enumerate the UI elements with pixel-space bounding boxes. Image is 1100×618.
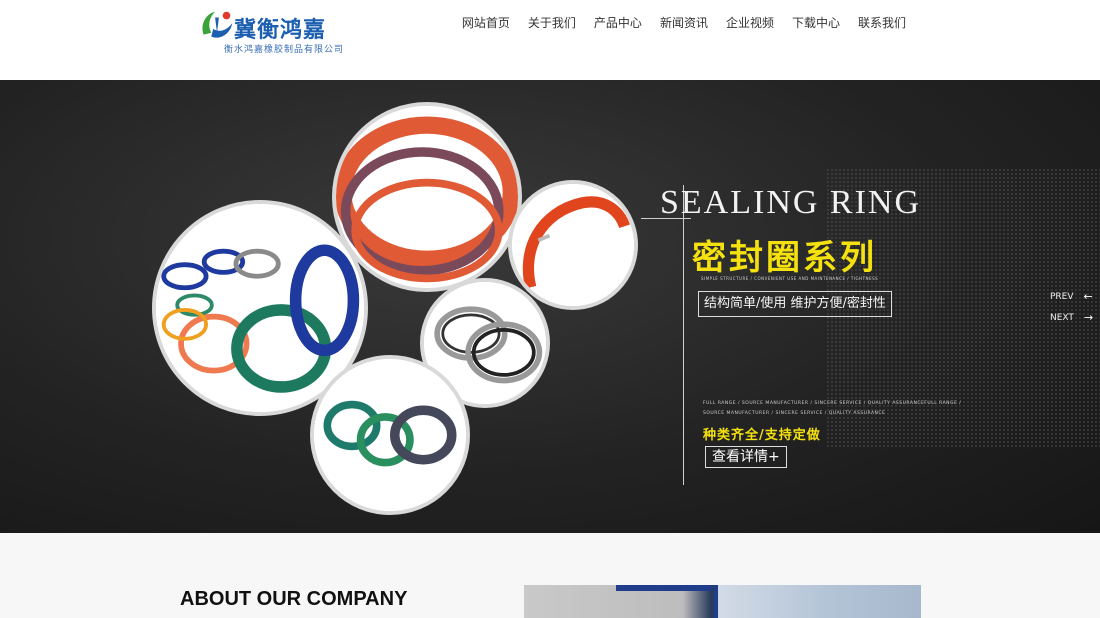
banner-small-line-1: FULL RANGE / SOURCE MANUFACTURER / SINCE…: [703, 401, 962, 406]
nav-news[interactable]: 新闻资讯: [660, 14, 708, 31]
nav-home[interactable]: 网站首页: [462, 14, 510, 31]
banner-title-en: SEALING RING: [660, 184, 922, 221]
product-image-green-rings: [310, 355, 470, 515]
nav-contact[interactable]: 联系我们: [858, 14, 906, 31]
view-details-button[interactable]: 查看详情+: [705, 446, 787, 468]
product-image-large-rings: [332, 102, 522, 292]
building-pillar: [714, 585, 718, 618]
hero-banner: SEALING RING 密封圈系列 SIMPLE STRUCTURE / CO…: [0, 80, 1100, 533]
company-building-image: [524, 585, 921, 618]
arrow-right-icon: →: [1083, 311, 1094, 324]
banner-tagline: SIMPLE STRUCTURE / CONVENIENT USE AND MA…: [701, 276, 879, 281]
product-image-seal-section: [508, 180, 638, 310]
main-nav: 网站首页 关于我们 产品中心 新闻资讯 企业视频 下载中心 联系我们: [462, 14, 906, 31]
banner-highlight: 种类齐全/支持定做: [703, 428, 821, 443]
prev-label: PREV: [1050, 291, 1074, 302]
company-logo[interactable]: 冀衡鸿嘉 衡水鸿嘉橡胶制品有限公司: [198, 6, 343, 56]
logo-subtitle: 衡水鸿嘉橡胶制品有限公司: [224, 45, 345, 55]
about-title: ABOUT OUR COMPANY: [180, 588, 408, 610]
logo-title: 冀衡鸿嘉: [234, 18, 327, 43]
nav-video[interactable]: 企业视频: [726, 14, 774, 31]
banner-small-line-2: SOURCE MANUFACTURER / SINCERE SERVICE / …: [703, 411, 886, 416]
banner-title-cn: 密封圈系列: [692, 238, 877, 278]
arrow-left-icon: ←: [1083, 290, 1093, 303]
next-label: NEXT: [1050, 312, 1074, 323]
nav-products[interactable]: 产品中心: [594, 14, 642, 31]
site-header: 冀衡鸿嘉 衡水鸿嘉橡胶制品有限公司 网站首页 关于我们 产品中心 新闻资讯 企业…: [0, 0, 1100, 80]
building-roof-stripe: [616, 585, 712, 591]
about-section: ABOUT OUR COMPANY: [0, 533, 1100, 618]
next-slide-button[interactable]: NEXT →: [1050, 311, 1093, 324]
nav-about[interactable]: 关于我们: [528, 14, 576, 31]
logo-mark-icon: [202, 11, 233, 38]
prev-slide-button[interactable]: PREV ←: [1050, 290, 1093, 303]
banner-feature-box: 结构简单/使用 维护方便/密封性: [698, 291, 892, 317]
nav-download[interactable]: 下载中心: [792, 14, 840, 31]
divider-vertical: [683, 185, 684, 485]
